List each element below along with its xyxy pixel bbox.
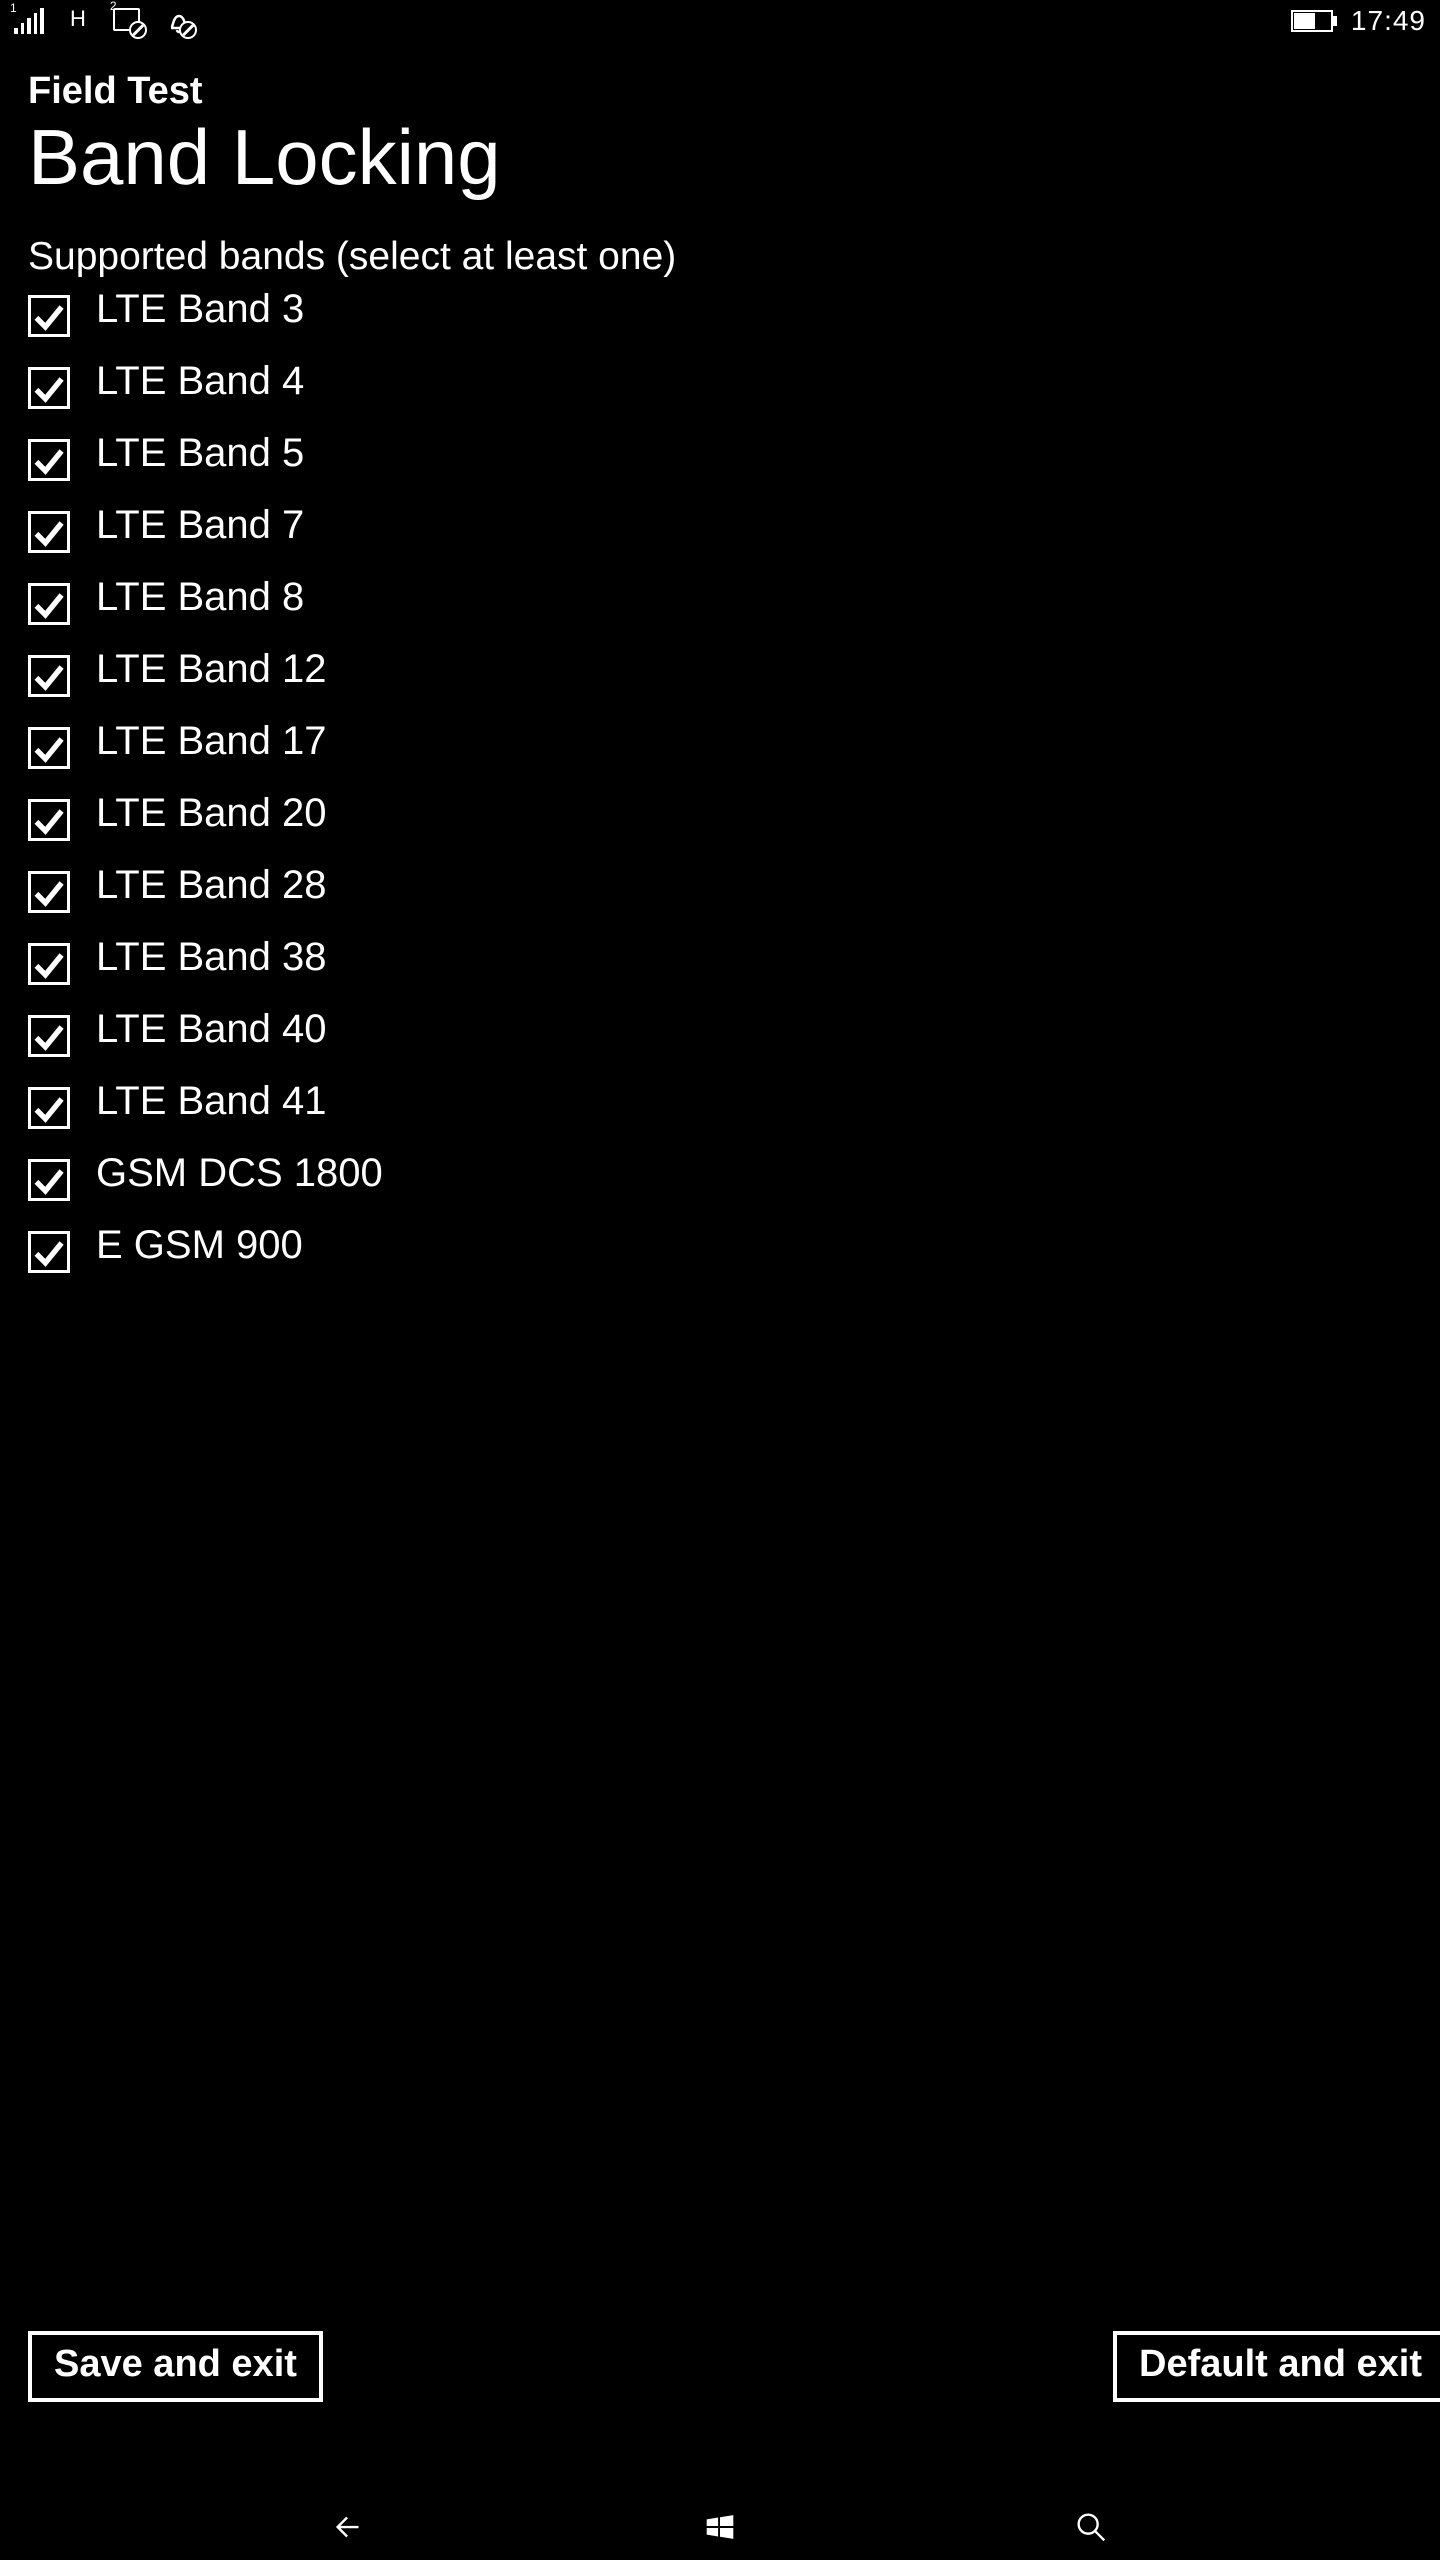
- band-label: LTE Band 4: [96, 359, 304, 403]
- checkmark-icon: [31, 442, 67, 478]
- band-checkbox[interactable]: [28, 799, 70, 841]
- checkmark-icon: [31, 802, 67, 838]
- band-checkbox[interactable]: [28, 943, 70, 985]
- band-label: LTE Band 5: [96, 431, 304, 475]
- band-row: LTE Band 38: [28, 935, 1412, 985]
- band-label: LTE Band 8: [96, 575, 304, 619]
- band-row: LTE Band 40: [28, 1007, 1412, 1057]
- band-row: LTE Band 20: [28, 791, 1412, 841]
- search-icon: [1072, 2508, 1110, 2546]
- band-checkbox[interactable]: [28, 1159, 70, 1201]
- band-label: E GSM 900: [96, 1223, 303, 1267]
- signal-sim-index: 1: [10, 1, 17, 15]
- band-checkbox[interactable]: [28, 1015, 70, 1057]
- band-row: LTE Band 12: [28, 647, 1412, 697]
- checkmark-icon: [31, 658, 67, 694]
- band-checkbox[interactable]: [28, 655, 70, 697]
- clock-label: 17:49: [1351, 5, 1426, 37]
- band-label: LTE Band 40: [96, 1007, 327, 1051]
- app-title: Field Test: [28, 70, 1412, 113]
- band-row: GSM DCS 1800: [28, 1151, 1412, 1201]
- band-row: LTE Band 8: [28, 575, 1412, 625]
- band-row: LTE Band 3: [28, 287, 1412, 337]
- band-row: LTE Band 41: [28, 1079, 1412, 1129]
- band-label: LTE Band 12: [96, 647, 327, 691]
- action-row: Save and exit Default and exit: [28, 2331, 1440, 2402]
- nav-bar: [0, 2494, 1440, 2560]
- band-row: LTE Band 28: [28, 863, 1412, 913]
- band-checkbox[interactable]: [28, 583, 70, 625]
- band-checkbox[interactable]: [28, 439, 70, 481]
- page-title: Band Locking: [28, 117, 1412, 199]
- checkmark-icon: [31, 1090, 67, 1126]
- battery-icon: [1291, 10, 1333, 32]
- checkmark-icon: [31, 298, 67, 334]
- nav-back-button[interactable]: [327, 2505, 371, 2549]
- back-arrow-icon: [330, 2508, 368, 2546]
- page: Field Test Band Locking Supported bands …: [0, 60, 1440, 2494]
- checkmark-icon: [31, 514, 67, 550]
- signal-strength-icon: 1: [14, 10, 44, 34]
- checkmark-icon: [31, 1162, 67, 1198]
- band-label: GSM DCS 1800: [96, 1151, 383, 1195]
- band-row: LTE Band 4: [28, 359, 1412, 409]
- band-checkbox[interactable]: [28, 295, 70, 337]
- checkmark-icon: [31, 730, 67, 766]
- band-label: LTE Band 20: [96, 791, 327, 835]
- vibrate-off-icon: [167, 8, 191, 34]
- band-row: LTE Band 5: [28, 431, 1412, 481]
- band-row: LTE Band 7: [28, 503, 1412, 553]
- status-bar: 1 H 2 17:49: [0, 0, 1440, 42]
- checkmark-icon: [31, 874, 67, 910]
- default-and-exit-button[interactable]: Default and exit: [1113, 2331, 1440, 2402]
- nav-start-button[interactable]: [698, 2505, 742, 2549]
- band-checkbox[interactable]: [28, 871, 70, 913]
- no-sim-icon: 2: [113, 8, 141, 34]
- band-label: LTE Band 3: [96, 287, 304, 331]
- checkmark-icon: [31, 946, 67, 982]
- network-mode-label: H: [70, 6, 87, 32]
- windows-logo-icon: [701, 2508, 739, 2546]
- checkmark-icon: [31, 370, 67, 406]
- band-label: LTE Band 28: [96, 863, 327, 907]
- band-row: E GSM 900: [28, 1223, 1412, 1273]
- band-label: LTE Band 7: [96, 503, 304, 547]
- save-and-exit-button[interactable]: Save and exit: [28, 2331, 323, 2402]
- band-list: LTE Band 3 LTE Band 4 LTE Band 5 LTE Band 7…: [28, 287, 1412, 1273]
- checkmark-icon: [31, 586, 67, 622]
- band-checkbox[interactable]: [28, 1087, 70, 1129]
- subheading: Supported bands (select at least one): [28, 235, 1412, 279]
- band-checkbox[interactable]: [28, 1231, 70, 1273]
- band-label: LTE Band 38: [96, 935, 327, 979]
- checkmark-icon: [31, 1018, 67, 1054]
- band-checkbox[interactable]: [28, 727, 70, 769]
- band-row: LTE Band 17: [28, 719, 1412, 769]
- band-checkbox[interactable]: [28, 511, 70, 553]
- checkmark-icon: [31, 1234, 67, 1270]
- nav-search-button[interactable]: [1069, 2505, 1113, 2549]
- band-checkbox[interactable]: [28, 367, 70, 409]
- band-label: LTE Band 17: [96, 719, 327, 763]
- band-label: LTE Band 41: [96, 1079, 327, 1123]
